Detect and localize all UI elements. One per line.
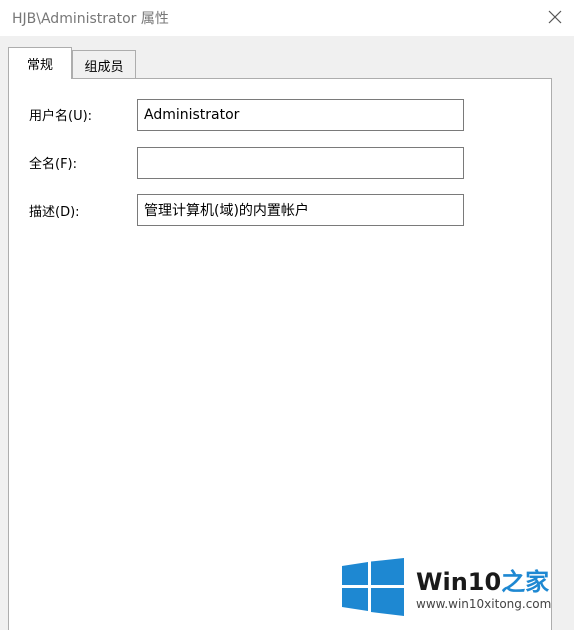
watermark-brand: Win10之家 bbox=[416, 562, 549, 597]
username-label: 用户名(U): bbox=[29, 109, 93, 124]
watermark-brand-main: Win10 bbox=[416, 568, 502, 596]
close-icon bbox=[548, 10, 562, 24]
site-watermark: Win10之家 www.win10xitong.com bbox=[342, 558, 570, 618]
tab-member-of[interactable]: 组成员 bbox=[72, 50, 136, 79]
watermark-url: www.win10xitong.com bbox=[416, 597, 552, 611]
fullname-label: 全名(F): bbox=[29, 157, 78, 172]
close-button[interactable] bbox=[538, 2, 572, 32]
properties-dialog: HJB\Administrator 属性 常规 组成员 用户名(U): 全名(F… bbox=[0, 0, 574, 630]
windows-logo-icon bbox=[342, 558, 404, 616]
username-field[interactable] bbox=[137, 99, 464, 131]
watermark-brand-accent: 之家 bbox=[501, 568, 550, 596]
title-bar: HJB\Administrator 属性 bbox=[0, 0, 574, 36]
general-tab-panel: 用户名(U): 全名(F): 描述(D): bbox=[8, 78, 552, 630]
fullname-field[interactable] bbox=[137, 147, 464, 179]
description-field[interactable] bbox=[137, 194, 464, 226]
description-label: 描述(D): bbox=[29, 205, 80, 220]
tab-member-of-label: 组成员 bbox=[84, 59, 124, 75]
tab-general[interactable]: 常规 bbox=[8, 47, 72, 79]
window-title: HJB\Administrator 属性 bbox=[12, 11, 169, 27]
tab-general-label: 常规 bbox=[26, 58, 53, 73]
